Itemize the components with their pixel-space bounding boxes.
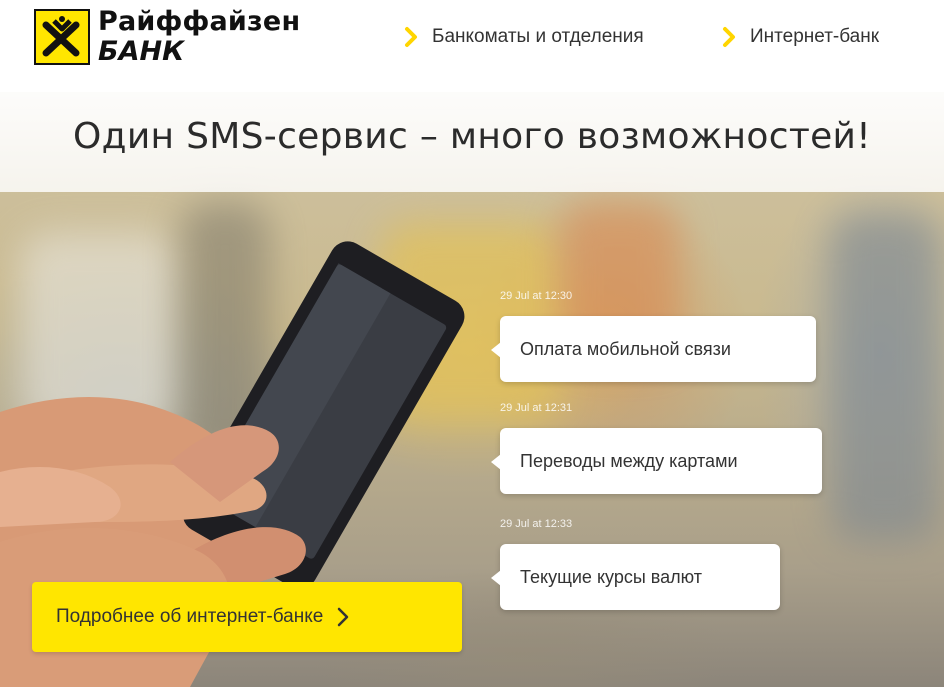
logo-mark-icon — [34, 9, 90, 65]
message-timestamp: 29 Jul at 12:33 — [500, 518, 573, 530]
nav-link-internet-bank[interactable]: Интернет-банк — [722, 26, 879, 48]
sms-bubble: Переводы между картами — [491, 428, 822, 494]
chevron-right-icon — [338, 607, 349, 627]
sms-text: Оплата мобильной связи — [520, 338, 731, 359]
nav-link-label: Интернет-банк — [750, 26, 880, 47]
nav-link-atms-branches[interactable]: Банкоматы и отделения — [404, 26, 644, 48]
background-blur — [830, 212, 940, 542]
message-timestamp: 29 Jul at 12:31 — [500, 402, 573, 414]
sms-text: Переводы между картами — [520, 450, 738, 471]
sms-bubble: Оплата мобильной связи — [491, 316, 816, 382]
cta-label: Подробнее об интернет-банке — [56, 606, 324, 627]
message-timestamp: 29 Jul at 12:30 — [500, 290, 573, 302]
sms-text: Текущие курсы валют — [520, 566, 702, 587]
logo-name: Райффайзен — [98, 6, 301, 37]
nav-link-label: Банкоматы и отделения — [432, 26, 644, 47]
chevron-right-icon — [405, 27, 417, 47]
hero-banner[interactable]: Один SMS-сервис – много возможностей! 29… — [0, 92, 944, 687]
logo-subname: БАНК — [98, 36, 185, 67]
more-about-internet-bank-button[interactable]: Подробнее об интернет-банке — [32, 582, 462, 652]
chevron-right-icon — [723, 27, 735, 47]
sms-bubble: Текущие курсы валют — [491, 544, 780, 610]
header: Райффайзен БАНК Банкоматы и отделения Ин… — [0, 0, 944, 92]
hero-title: Один SMS-сервис – много возможностей! — [73, 116, 871, 157]
bank-logo[interactable]: Райффайзен БАНК — [34, 6, 301, 67]
